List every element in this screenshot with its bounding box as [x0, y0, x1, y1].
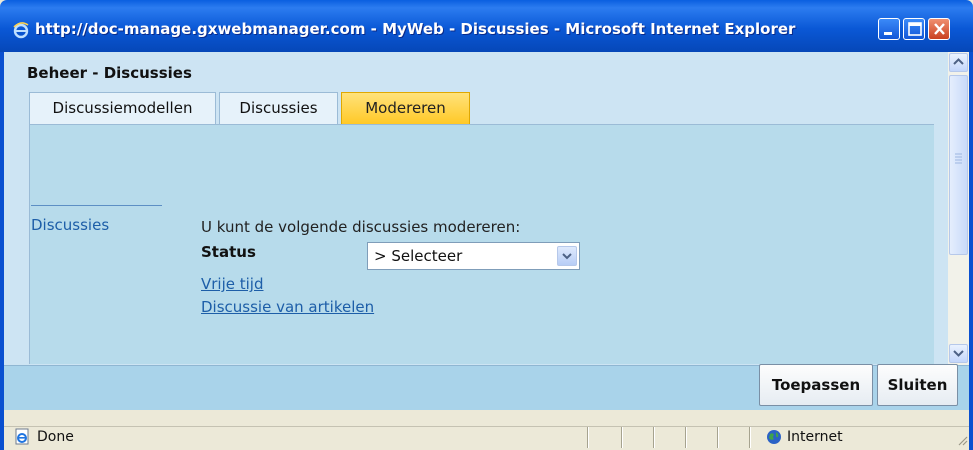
tab-discussiemodellen[interactable]: Discussiemodellen [29, 92, 216, 124]
statusbar-separator [653, 427, 655, 448]
statusbar-separator [749, 427, 751, 448]
vertical-scrollbar[interactable] [948, 52, 969, 365]
status-label: Status [201, 243, 256, 261]
ie-logo-icon [13, 22, 29, 39]
page-icon [15, 428, 29, 445]
minimize-button[interactable] [878, 18, 900, 40]
chevron-up-icon [953, 58, 964, 65]
maximize-icon [908, 22, 922, 36]
sidebar-item-discussies[interactable]: Discussies [31, 216, 109, 234]
grip-icon [955, 153, 962, 164]
dropdown-button[interactable] [557, 246, 577, 266]
close-button[interactable] [928, 18, 950, 40]
close-dialog-button[interactable]: Sluiten [877, 364, 958, 406]
scroll-thumb[interactable] [949, 75, 968, 255]
chevron-down-icon [953, 350, 964, 357]
intro-text: U kunt de volgende discussies modereren: [201, 218, 521, 236]
status-select-value: > Selecteer [374, 247, 463, 265]
window-frame-right [969, 52, 973, 450]
chevron-down-icon [562, 253, 572, 260]
sidebar-divider [31, 205, 162, 206]
tab-modereren[interactable]: Modereren [341, 92, 470, 124]
scroll-up-button[interactable] [949, 53, 968, 72]
status-select[interactable]: > Selecteer [367, 242, 580, 270]
statusbar-separator [621, 427, 623, 448]
discussion-link-artikelen[interactable]: Discussie van artikelen [201, 298, 374, 316]
resize-grip-icon[interactable] [955, 433, 969, 447]
statusbar-separator [587, 427, 589, 448]
window-title: http://doc-manage.gxwebmanager.com - MyW… [35, 20, 796, 38]
security-zone: Internet [787, 429, 843, 445]
globe-icon [767, 430, 781, 444]
scroll-down-button[interactable] [949, 344, 968, 363]
statusbar-separator [717, 427, 719, 448]
apply-button[interactable]: Toepassen [759, 364, 873, 406]
status-text: Done [37, 429, 74, 445]
statusbar-separator [685, 427, 687, 448]
discussion-link-vrije-tijd[interactable]: Vrije tijd [201, 275, 264, 293]
close-icon [934, 23, 945, 35]
minimize-icon [884, 32, 892, 35]
tab-discussies[interactable]: Discussies [219, 92, 338, 124]
page-title: Beheer - Discussies [27, 64, 192, 82]
window-titlebar[interactable]: http://doc-manage.gxwebmanager.com - MyW… [0, 0, 973, 52]
maximize-button[interactable] [903, 18, 925, 40]
